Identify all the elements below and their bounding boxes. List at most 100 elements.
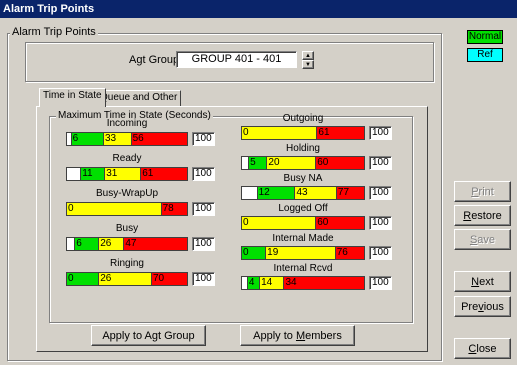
threshold-segment-green[interactable]: 12 bbox=[256, 187, 295, 199]
restore-label-accel: R bbox=[463, 209, 472, 222]
print-button[interactable]: Print bbox=[454, 181, 511, 202]
threshold-segment-green[interactable]: 6 bbox=[74, 238, 99, 250]
threshold-bar-busy-wrapup[interactable]: 0 78 bbox=[66, 202, 188, 216]
threshold-bar-logged-off[interactable]: 0 60 bbox=[241, 216, 365, 230]
threshold-segment-white[interactable] bbox=[242, 187, 257, 199]
threshold-segment-yellow[interactable]: 31 bbox=[104, 168, 141, 180]
next-label-rest: ext bbox=[479, 275, 494, 288]
threshold-segment-yellow[interactable]: 43 bbox=[294, 187, 336, 199]
threshold-segment-white[interactable] bbox=[67, 238, 75, 250]
threshold-segment-red[interactable]: 56 bbox=[130, 133, 187, 145]
down-arrow-icon: ▼ bbox=[305, 61, 311, 68]
spinner-up-button[interactable]: ▲ bbox=[302, 51, 314, 60]
threshold-segment-green[interactable]: 11 bbox=[80, 168, 105, 180]
threshold-segment-green[interactable]: 0 bbox=[67, 273, 99, 285]
threshold-segment-red[interactable]: 76 bbox=[334, 247, 364, 259]
previous-label-pre: Pre bbox=[461, 300, 479, 313]
metric-label-outgoing: Outgoing bbox=[282, 113, 324, 124]
threshold-bar-busy-na[interactable]: 12 43 77 bbox=[241, 186, 365, 200]
threshold-segment-red[interactable]: 61 bbox=[140, 168, 187, 180]
save-label-accel: S bbox=[469, 233, 478, 246]
save-label-rest: ave bbox=[477, 233, 496, 246]
up-arrow-icon: ▲ bbox=[305, 52, 311, 59]
print-label-rest: rint bbox=[478, 185, 494, 198]
threshold-segment-red[interactable]: 60 bbox=[315, 157, 364, 169]
close-button[interactable]: Close bbox=[454, 338, 511, 359]
max-value-field-ready[interactable]: 100 bbox=[192, 167, 215, 181]
apply-to-agt-group-label: Apply to Agt Group bbox=[102, 329, 195, 342]
threshold-segment-yellow[interactable]: 0 bbox=[67, 203, 161, 215]
agt-group-label: Agt Group bbox=[129, 54, 180, 66]
threshold-segment-white[interactable] bbox=[67, 168, 81, 180]
threshold-segment-red[interactable]: 61 bbox=[316, 127, 364, 139]
threshold-bar-incoming[interactable]: 6 33 56 bbox=[66, 132, 188, 146]
metric-label-ready: Ready bbox=[112, 153, 142, 164]
threshold-segment-yellow[interactable]: 19 bbox=[265, 247, 335, 259]
threshold-segment-green[interactable]: 4 bbox=[246, 277, 260, 289]
max-value-field-incoming[interactable]: 100 bbox=[192, 132, 215, 146]
threshold-segment-red[interactable]: 34 bbox=[283, 277, 364, 289]
metric-label-ringing: Ringing bbox=[110, 258, 144, 269]
max-value-field-busy-wrapup[interactable]: 100 bbox=[192, 202, 215, 216]
ref-legend: Ref bbox=[467, 48, 503, 62]
metric-label-busy-wrapup: Busy-WrapUp bbox=[95, 188, 159, 199]
threshold-segment-yellow[interactable]: 20 bbox=[266, 157, 316, 169]
agt-group-field[interactable]: GROUP 401 - 401 bbox=[176, 51, 297, 68]
tab-queue-and-other-label: Queue and Other bbox=[100, 92, 178, 103]
tab-queue-and-other[interactable]: Queue and Other bbox=[96, 90, 182, 106]
threshold-bar-ringing[interactable]: 0 26 70 bbox=[66, 272, 188, 286]
max-value-field-logged-off[interactable]: 100 bbox=[369, 216, 392, 230]
previous-button[interactable]: Pre v ious bbox=[454, 296, 511, 317]
next-button[interactable]: Next bbox=[454, 271, 511, 292]
threshold-segment-red[interactable]: 47 bbox=[123, 238, 187, 250]
apply-to-agt-group-button[interactable]: Apply to Agt Group bbox=[91, 325, 206, 346]
previous-label-post: ious bbox=[483, 300, 504, 313]
metric-label-busy: Busy bbox=[115, 223, 139, 234]
metric-label-incoming: Incoming bbox=[106, 118, 148, 129]
threshold-segment-yellow[interactable]: 14 bbox=[259, 277, 284, 289]
max-value-field-internal-rcvd[interactable]: 100 bbox=[369, 276, 392, 290]
window-title: Alarm Trip Points bbox=[0, 0, 517, 18]
threshold-segment-green[interactable]: 5 bbox=[248, 157, 267, 169]
tab-time-in-state[interactable]: Time in State bbox=[39, 88, 106, 107]
threshold-bar-holding[interactable]: 5 20 60 bbox=[241, 156, 365, 170]
max-value-field-busy[interactable]: 100 bbox=[192, 237, 215, 251]
threshold-bar-internal-rcvd[interactable]: 4 14 34 bbox=[241, 276, 365, 290]
alarm-trip-points-group-label: Alarm Trip Points bbox=[10, 26, 98, 38]
threshold-bar-internal-made[interactable]: 0 19 76 bbox=[241, 246, 365, 260]
apply-to-members-label-post: embers bbox=[305, 329, 342, 342]
threshold-segment-yellow[interactable]: 26 bbox=[98, 273, 151, 285]
max-value-field-holding[interactable]: 100 bbox=[369, 156, 392, 170]
threshold-segment-yellow[interactable]: 0 bbox=[242, 217, 316, 229]
max-value-field-outgoing[interactable]: 100 bbox=[369, 126, 392, 140]
threshold-bar-busy[interactable]: 6 26 47 bbox=[66, 237, 188, 251]
threshold-bar-ready[interactable]: 11 31 61 bbox=[66, 167, 188, 181]
max-value-field-internal-made[interactable]: 100 bbox=[369, 246, 392, 260]
tab-time-in-state-label: Time in State bbox=[43, 90, 102, 101]
threshold-segment-green[interactable]: 6 bbox=[70, 133, 103, 145]
restore-button[interactable]: Restore bbox=[454, 205, 511, 226]
left-metrics-column: Incoming 6 33 56 100 Ready 11 31 61 100 Busy-WrapU… bbox=[66, 118, 216, 288]
save-button[interactable]: Save bbox=[454, 229, 511, 250]
threshold-segment-yellow[interactable]: 33 bbox=[102, 133, 131, 145]
metric-label-busy-na: Busy NA bbox=[283, 173, 323, 184]
apply-to-members-button[interactable]: Apply to Members bbox=[240, 325, 355, 346]
spinner-down-button[interactable]: ▼ bbox=[302, 60, 314, 69]
threshold-segment-green[interactable]: 0 bbox=[242, 247, 266, 259]
max-value-field-busy-na[interactable]: 100 bbox=[369, 186, 392, 200]
threshold-segment-yellow[interactable]: 26 bbox=[98, 238, 124, 250]
window-body: Alarm Trip Points Agt Group GROUP 401 - … bbox=[0, 18, 517, 365]
threshold-segment-yellow[interactable]: 0 bbox=[242, 127, 317, 139]
agt-group-spinner[interactable]: ▲ ▼ bbox=[302, 51, 314, 69]
threshold-segment-red[interactable]: 70 bbox=[150, 273, 187, 285]
threshold-segment-red[interactable]: 60 bbox=[315, 217, 364, 229]
max-value-field-ringing[interactable]: 100 bbox=[192, 272, 215, 286]
right-metrics-column: Outgoing 0 61 100 Holding 5 20 60 100 Busy NA 12 43… bbox=[241, 113, 396, 313]
apply-to-members-label-pre: Apply to bbox=[253, 329, 296, 342]
normal-legend: Normal bbox=[467, 30, 503, 44]
apply-to-members-label: Apply to Members bbox=[253, 330, 342, 342]
agt-group-value: GROUP 401 - 401 bbox=[191, 53, 282, 65]
threshold-bar-outgoing[interactable]: 0 61 bbox=[241, 126, 365, 140]
threshold-segment-red[interactable]: 78 bbox=[160, 203, 187, 215]
threshold-segment-red[interactable]: 77 bbox=[335, 187, 364, 199]
